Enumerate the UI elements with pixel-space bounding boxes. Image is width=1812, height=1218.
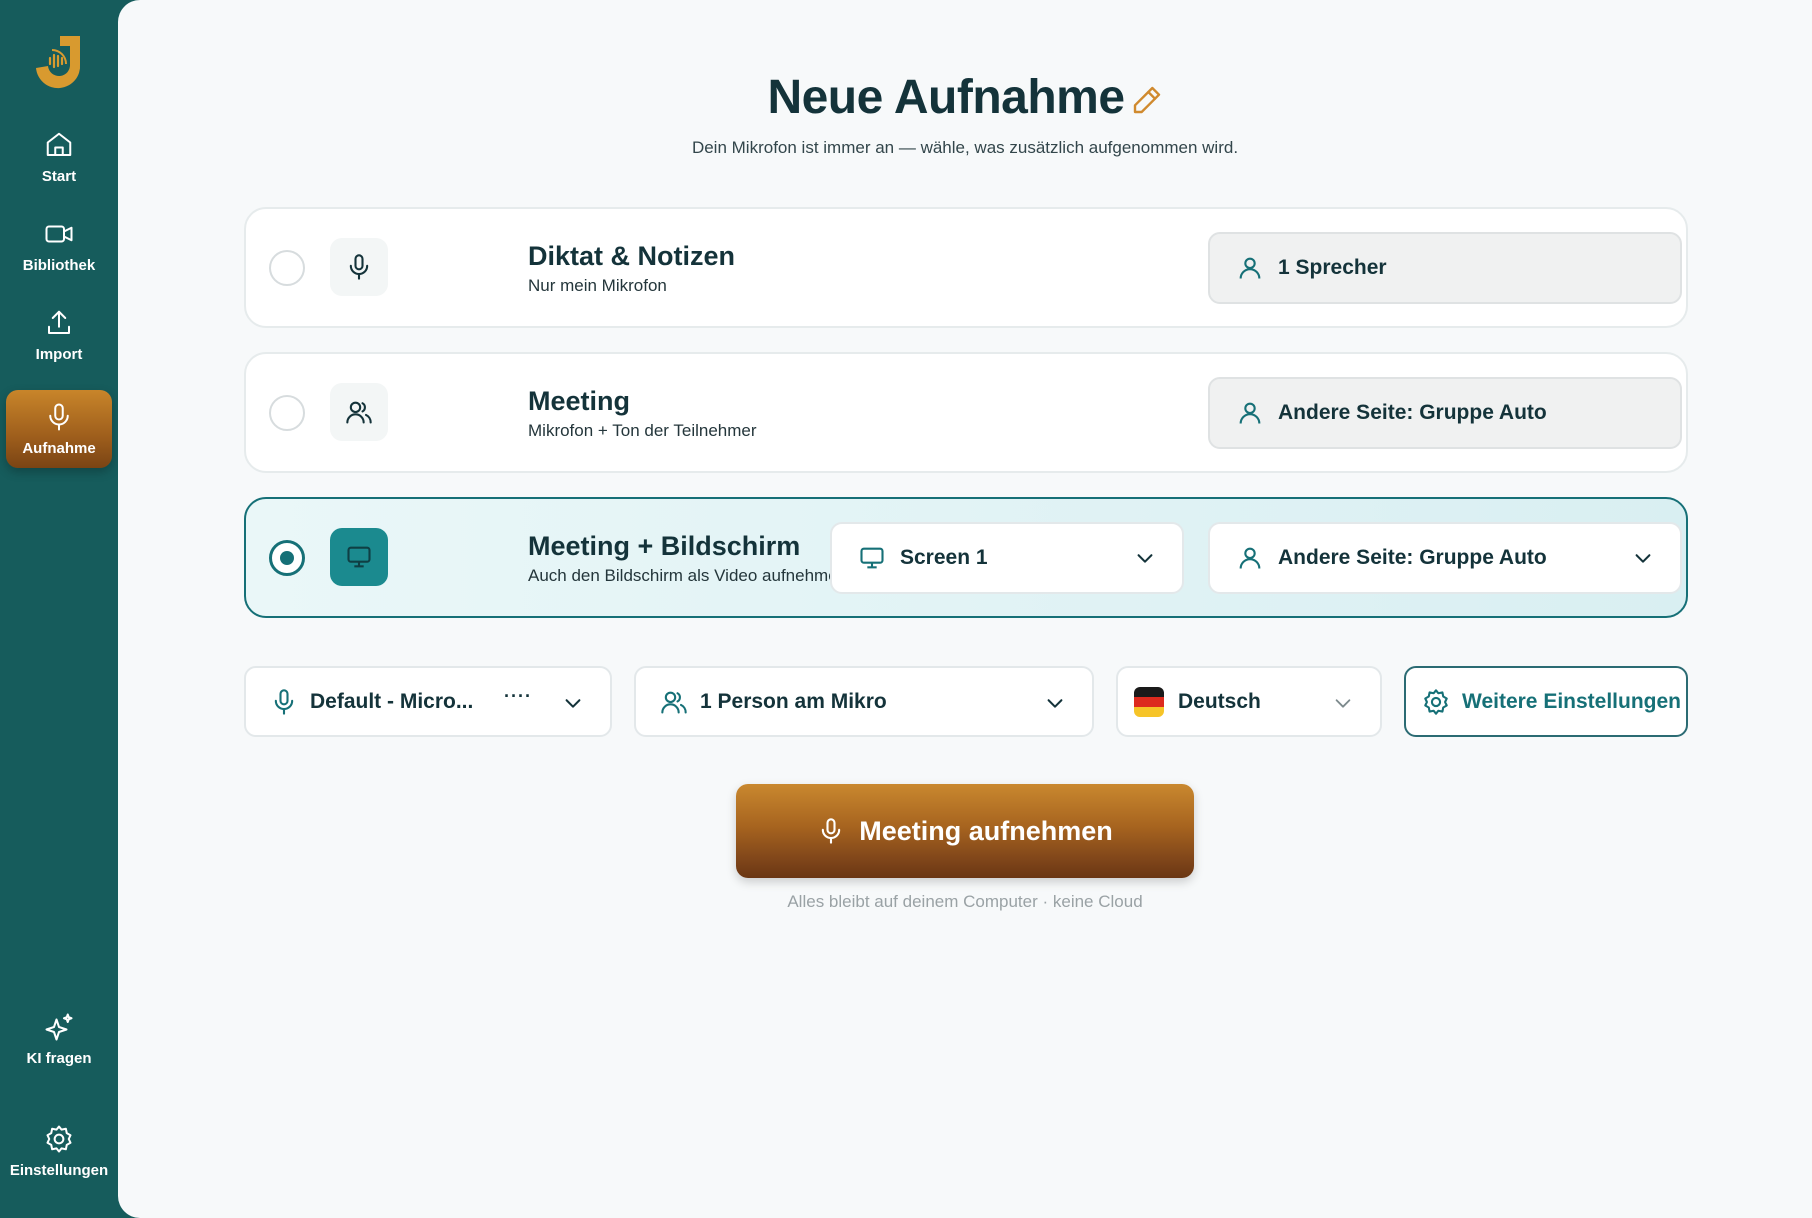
privacy-note: Alles bleibt auf deinem Computer · keine… [787,892,1143,911]
person-icon [1239,402,1261,424]
mode-subtitle: Nur mein Mikrofon [528,276,667,295]
microphone-icon [822,818,841,844]
person-icon [1239,547,1261,569]
mode-card-meeting-bildschirm[interactable]: Meeting + Bildschirm Auch den Bildschirm… [244,497,1688,618]
sidebar-item-label: Start [41,167,77,185]
mode-icon-box [330,238,388,296]
users-icon [661,691,687,714]
sidebar-item-ki-fragen[interactable]: KI fragen [6,1000,112,1078]
sidebar-item-label: Aufnahme [22,439,96,457]
gear-icon [46,1125,72,1152]
sidebar-item-import[interactable]: Import [6,296,112,374]
main-panel: Neue Aufnahme Dein Mikrofon ist immer an… [118,0,1812,1218]
sidebar-item-aufnahme[interactable]: Aufnahme [6,390,112,468]
speaker-label: 1 Sprecher [1278,256,1387,279]
sidebar-item-label: Bibliothek [22,256,96,274]
pencil-edit-icon[interactable] [1131,84,1163,116]
mode-card-meeting[interactable]: Meeting Mikrofon + Ton der Teilnehmer An… [244,352,1688,473]
level-dots: ···· [504,686,532,706]
speaker-label: Andere Seite: Gruppe Auto [1278,546,1547,569]
microphone-icon [349,254,369,280]
screen-selector[interactable]: Screen 1 [830,522,1184,594]
page-title: Neue Aufnahme [767,71,1125,124]
microphone-select[interactable]: Default - Micro... ···· [244,666,612,737]
persons-select[interactable]: 1 Person am Mikro [634,666,1094,737]
microphone-icon [49,403,69,430]
language-select[interactable]: Deutsch [1116,666,1382,737]
mode-title: Diktat & Notizen [528,241,736,271]
monitor-icon [347,546,371,568]
persons-label: 1 Person am Mikro [700,689,887,713]
chevron-down-icon [1137,554,1153,563]
mode-card-diktat[interactable]: Diktat & Notizen Nur mein Mikrofon 1 Spr… [244,207,1688,328]
sidebar-item-bibliothek[interactable]: Bibliothek [6,207,112,285]
sidebar: Start Bibliothek Import Aufnahme KI frag… [0,0,118,1218]
speaker-selector[interactable]: Andere Seite: Gruppe Auto [1208,522,1682,594]
chevron-down-icon [1047,699,1063,708]
microphone-icon [274,688,294,715]
more-settings-label: Weitere Einstellungen [1462,689,1681,713]
chevron-down-icon [565,699,581,708]
sidebar-item-start[interactable]: Start [6,118,112,196]
mode-icon-box [330,528,388,586]
language-label: Deutsch [1178,689,1261,713]
page-subtitle: Dein Mikrofon ist immer an — wähle, was … [691,138,1239,157]
sidebar-item-label: Import [35,345,83,363]
record-button-label: Meeting aufnehmen [859,815,1113,846]
video-camera-icon [45,225,73,242]
speaker-label: Andere Seite: Gruppe Auto [1278,401,1547,424]
title-row: Neue Aufnahme [118,70,1812,125]
more-settings-button[interactable]: Weitere Einstellungen [1404,666,1688,737]
mode-title: Meeting + Bildschirm [528,531,801,561]
app-logo [36,36,81,89]
chevron-down-icon [1335,699,1351,708]
gear-icon [1424,688,1448,715]
microphone-label: Default - Micro... [310,689,474,713]
mode-subtitle: Mikrofon + Ton der Teilnehmer [528,421,757,440]
users-icon [346,401,372,424]
mode-radio[interactable] [269,395,305,431]
screen-label: Screen 1 [900,546,988,569]
mode-radio-selected[interactable] [269,540,305,576]
chevron-down-icon [1635,554,1651,563]
mode-title: Meeting [528,386,631,416]
sidebar-item-label: Einstellungen [9,1161,109,1179]
sidebar-item-label: KI fragen [26,1049,92,1067]
speaker-selector[interactable]: 1 Sprecher [1208,232,1682,304]
mode-subtitle: Auch den Bildschirm als Video aufnehmen [528,566,848,585]
upload-icon [48,310,70,334]
speaker-selector[interactable]: Andere Seite: Gruppe Auto [1208,377,1682,449]
home-icon [46,132,72,156]
sidebar-item-einstellungen[interactable]: Einstellungen [6,1112,112,1190]
person-icon [1239,257,1261,279]
sparkles-icon [45,1013,73,1040]
mode-icon-box [330,383,388,441]
monitor-icon [860,547,884,569]
mode-radio[interactable] [269,250,305,286]
record-meeting-button[interactable]: Meeting aufnehmen [736,784,1194,878]
german-flag-icon [1134,686,1164,717]
